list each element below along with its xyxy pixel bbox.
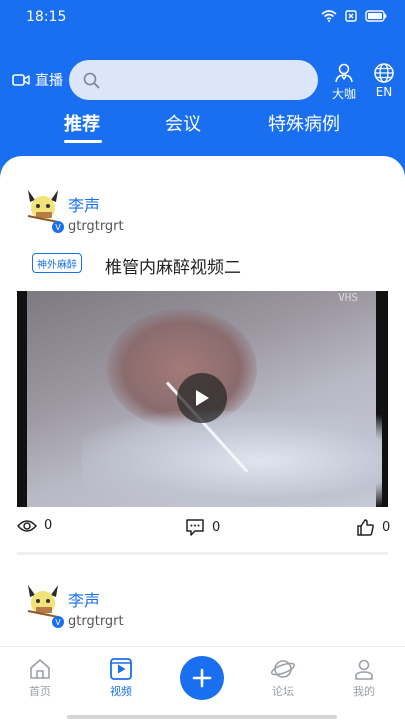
author-name[interactable]: 李声 — [68, 192, 100, 216]
comments-counter[interactable]: 0 — [185, 518, 220, 537]
sim-icon — [345, 10, 357, 22]
nav-forum-label: 论坛 — [272, 685, 294, 698]
home-indicator — [67, 715, 337, 719]
author-id: gtrgtrgrt — [68, 614, 124, 629]
tab-meeting[interactable]: 会议 — [165, 110, 201, 136]
wifi-icon — [321, 10, 337, 22]
live-button[interactable]: 直播 — [12, 70, 63, 90]
video-watermark: VHS — [338, 291, 358, 304]
nav-forum[interactable]: 论坛 — [270, 657, 296, 699]
views-counter[interactable]: 0 — [17, 518, 52, 533]
verified-badge: V — [52, 221, 64, 233]
language-button[interactable]: EN — [373, 62, 395, 99]
nav-home[interactable]: 首页 — [28, 657, 52, 699]
nav-profile-label: 我的 — [353, 685, 375, 698]
camera-icon — [12, 74, 30, 86]
expert-label: 大咖 — [332, 87, 357, 101]
play-button[interactable] — [177, 373, 227, 423]
status-bar: 18:15 — [0, 0, 405, 34]
eye-icon — [17, 519, 37, 532]
bottom-nav: 首页 视频 论坛 我的 — [0, 646, 405, 720]
verified-badge: V — [52, 616, 64, 628]
comments-count: 0 — [212, 520, 221, 535]
home-icon — [30, 659, 50, 679]
create-post-button[interactable] — [180, 656, 224, 700]
comment-icon — [186, 519, 204, 536]
feed: V 李声 gtrgtrgrt 神外麻醉 椎管内麻醉视频二 VHS 0 0 0 V… — [0, 156, 405, 646]
nav-video[interactable]: 视频 — [109, 657, 133, 699]
forum-planet-icon — [270, 660, 296, 678]
tab-recommend[interactable]: 推荐 — [64, 110, 100, 136]
language-label: EN — [375, 85, 393, 99]
tab-special-cases[interactable]: 特殊病例 — [268, 110, 340, 136]
post-title[interactable]: 椎管内麻醉视频二 — [105, 253, 241, 278]
profile-icon — [355, 659, 373, 680]
video-icon — [110, 658, 132, 680]
battery-icon — [365, 10, 387, 22]
plus-icon — [192, 668, 212, 688]
nav-profile[interactable]: 我的 — [352, 657, 376, 699]
status-time: 18:15 — [26, 9, 67, 25]
nav-video-label: 视频 — [110, 685, 132, 698]
author-id: gtrgtrgrt — [68, 219, 124, 234]
nav-home-label: 首页 — [29, 685, 51, 698]
card-divider — [17, 552, 388, 555]
thumbs-up-icon — [357, 519, 374, 536]
live-label: 直播 — [35, 73, 63, 89]
likes-count: 0 — [382, 520, 391, 535]
like-button[interactable]: 0 — [356, 518, 390, 537]
author-name[interactable]: 李声 — [68, 587, 100, 611]
search-bar[interactable] — [69, 60, 318, 100]
views-count: 0 — [44, 518, 53, 533]
expert-button[interactable]: 大咖 — [332, 62, 356, 102]
search-input[interactable] — [106, 65, 318, 95]
expert-icon — [335, 63, 353, 83]
search-icon — [83, 72, 100, 88]
active-tab-indicator — [64, 140, 102, 143]
post-stats: 0 0 0 — [0, 518, 405, 542]
video-player[interactable]: VHS — [17, 291, 388, 507]
globe-icon — [374, 63, 394, 83]
play-icon — [196, 390, 209, 406]
tab-bar: 推荐 会议 特殊病例 — [0, 110, 405, 150]
category-tag[interactable]: 神外麻醉 — [32, 253, 82, 273]
